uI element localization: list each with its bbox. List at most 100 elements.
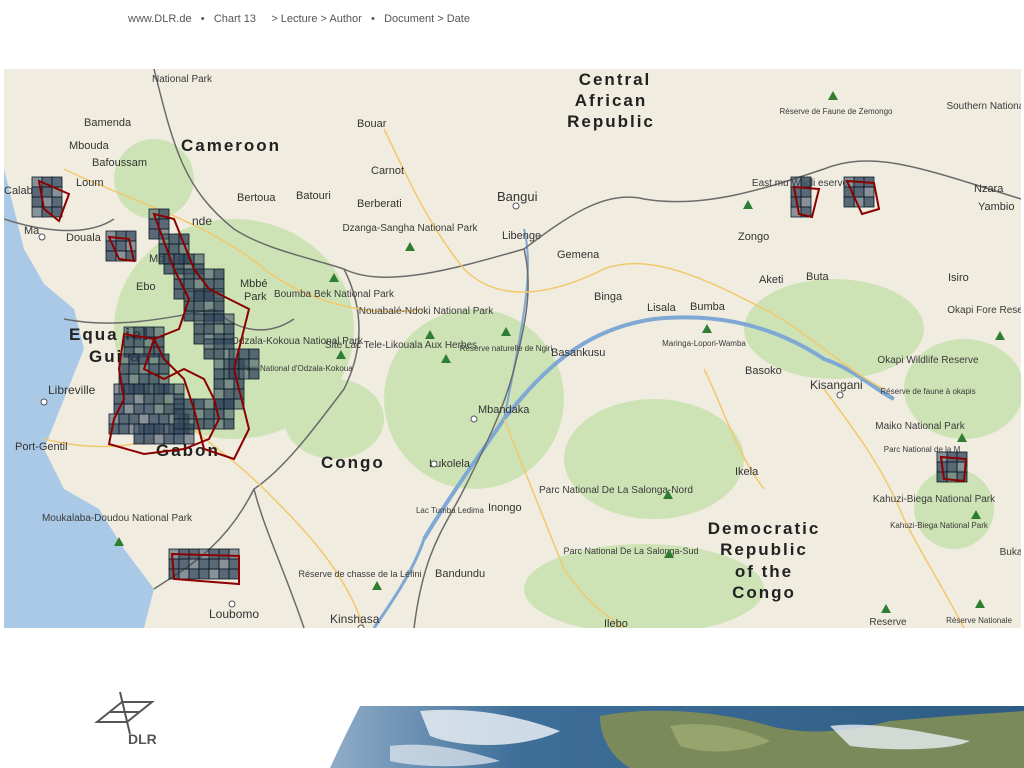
- dlr-logo-text: DLR: [128, 731, 157, 747]
- park-label: Moukalaba-Doudou National Park: [42, 513, 193, 524]
- coverage-tile: [173, 253, 185, 265]
- site-url[interactable]: www.DLR.de: [128, 13, 192, 25]
- city-label: Gemena: [557, 249, 600, 261]
- city-label: Bamenda: [84, 117, 132, 129]
- park-label: Réserve Nationale: [946, 616, 1012, 625]
- city-label: Bouar: [357, 118, 387, 130]
- coverage-tile: [208, 548, 220, 560]
- coverage-tile: [238, 358, 250, 370]
- coverage-tile: [203, 290, 215, 302]
- map-canvas[interactable]: Central African Republic Cameroon Equa i…: [4, 69, 1021, 628]
- city-label: Loubomo: [209, 607, 259, 621]
- coverage-tile: [203, 398, 215, 410]
- city-label: Mbbé: [240, 278, 268, 290]
- city-label: Lisala: [647, 302, 677, 314]
- coverage-tile: [213, 358, 225, 370]
- coverage-tile: [178, 568, 190, 580]
- city-label: Kinshasa: [330, 612, 380, 626]
- park-label: Okapi Fore Reserve: [947, 305, 1021, 316]
- coverage-tile: [115, 240, 127, 252]
- svg-text:Congo: Congo: [732, 583, 796, 602]
- coverage-tile: [133, 336, 145, 348]
- coverage-tile: [183, 418, 195, 430]
- coverage-tile: [168, 233, 180, 245]
- park-label: Boumba Bek National Park: [274, 289, 395, 300]
- coverage-tile: [143, 433, 155, 445]
- svg-text:Republic: Republic: [567, 112, 655, 131]
- coverage-tile: [173, 408, 185, 420]
- coverage-tile: [193, 333, 205, 345]
- coverage-tile: [158, 218, 170, 230]
- dlr-logo: DLR: [94, 691, 157, 747]
- coverage-tile: [238, 368, 250, 380]
- park-label: Réserve de faune à okapis: [880, 387, 975, 396]
- coverage-tile: [133, 403, 145, 415]
- coverage-tile: [223, 313, 235, 325]
- park-label: Odzala-Kokoua National Park: [231, 336, 364, 347]
- coverage-tile: [203, 348, 215, 360]
- city-label: Douala: [66, 232, 102, 244]
- coverage-tile: [213, 313, 225, 325]
- city-label: Inongo: [488, 502, 522, 514]
- coverage-tile: [208, 558, 220, 570]
- header-breadcrumb: www.DLR.de • Chart 13 > Lecture > Author…: [128, 13, 470, 25]
- map-panel[interactable]: Central African Republic Cameroon Equa i…: [4, 69, 1021, 628]
- coverage-tile: [193, 290, 205, 302]
- coverage-tile: [133, 433, 145, 445]
- coverage-tile: [223, 388, 235, 400]
- city-label: Ma: [24, 225, 40, 237]
- city-label: Mbandaka: [478, 404, 530, 416]
- park-label: Dzanga-Sangha National Park: [342, 223, 478, 234]
- city-label: Batouri: [296, 190, 331, 202]
- coverage-tile: [138, 413, 150, 425]
- coverage-tile: [153, 383, 165, 395]
- coverage-tile: [223, 378, 235, 390]
- coverage-tile: [128, 413, 140, 425]
- park-label: Kahuzi-Biega National Park: [873, 494, 996, 505]
- coverage-tile: [163, 403, 175, 415]
- coverage-tile: [248, 358, 260, 370]
- svg-text:of the: of the: [735, 562, 793, 581]
- tree-icon: [881, 604, 891, 613]
- tree-icon: [975, 599, 985, 608]
- coverage-tile: [213, 378, 225, 390]
- coverage-tile: [853, 186, 865, 198]
- coverage-tile: [228, 558, 240, 570]
- tree-icon: [372, 581, 382, 590]
- coverage-tile: [203, 418, 215, 430]
- coverage-tile: [936, 471, 948, 483]
- coverage-tile: [198, 558, 210, 570]
- coverage-tile: [178, 558, 190, 570]
- coverage-tile: [118, 423, 130, 435]
- coverage-tile: [218, 558, 230, 570]
- city-label: Ikela: [735, 466, 759, 478]
- park-label: Reserve: [869, 617, 907, 628]
- document-date: Document > Date: [384, 13, 470, 25]
- city-label: Isiro: [948, 272, 969, 284]
- coverage-tile: [163, 393, 175, 405]
- coverage-tile: [213, 278, 225, 290]
- tree-icon: [995, 331, 1005, 340]
- coverage-tile: [188, 568, 200, 580]
- coverage-tile: [248, 368, 260, 380]
- coverage-tile: [183, 268, 195, 280]
- coverage-tile: [123, 403, 135, 415]
- city-label: Bumba: [690, 301, 726, 313]
- coverage-tile: [218, 548, 230, 560]
- coverage-tile: [213, 348, 225, 360]
- coverage-tile: [248, 348, 260, 360]
- park-label: National Park: [152, 74, 213, 85]
- park-label: Maiko National Park: [875, 421, 965, 432]
- park-label: Maringa-Lopori-Wamba: [662, 339, 746, 348]
- park-label: Réserve de chasse de la Léfini: [298, 569, 421, 579]
- svg-text:Republic: Republic: [720, 540, 808, 559]
- coverage-tile: [193, 300, 205, 312]
- coverage-tile: [223, 408, 235, 420]
- coverage-tile: [168, 243, 180, 255]
- coverage-tile: [143, 423, 155, 435]
- coverage-tile: [863, 186, 875, 198]
- coverage-tile: [133, 423, 145, 435]
- city-label: Kisangani: [810, 378, 863, 392]
- coverage-tile: [143, 383, 155, 395]
- city-dot: [38, 233, 46, 241]
